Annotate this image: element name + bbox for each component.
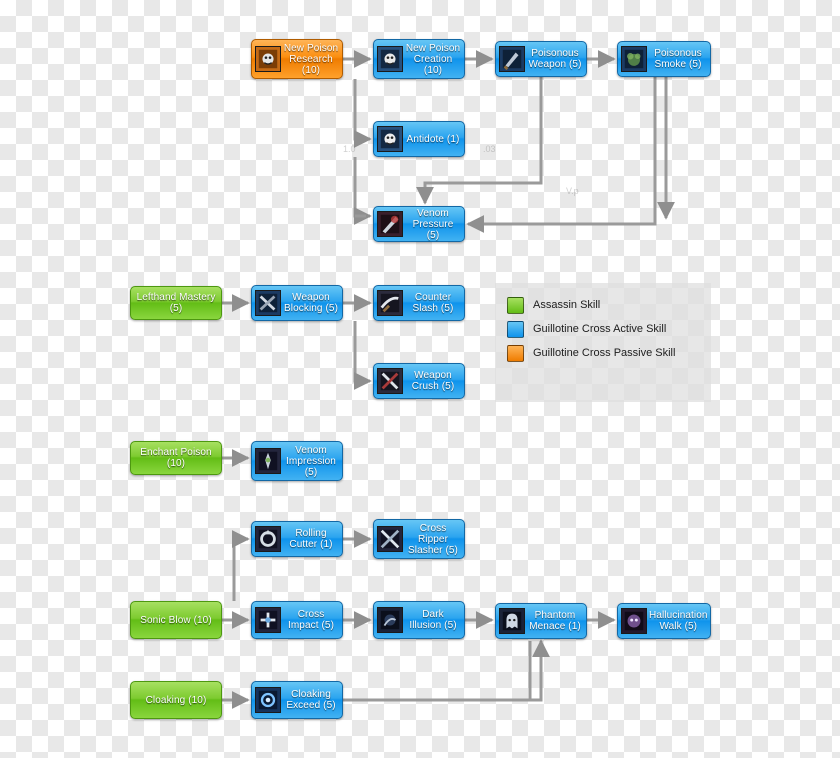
skill-node-venom-impression[interactable]: Venom Impression (5) — [251, 441, 343, 481]
skill-node-weapon-crush[interactable]: Weapon Crush (5) — [373, 363, 465, 399]
skill-node-dark-illusion[interactable]: Dark Illusion (5) — [373, 601, 465, 639]
hallucination-walk-icon — [621, 608, 647, 634]
skill-node-cloaking[interactable]: Cloaking (10) — [130, 681, 222, 719]
watermark-mark-3: V.p — [566, 186, 579, 196]
antidote-icon — [377, 126, 403, 152]
legend-label: Guillotine Cross Active Skill — [533, 323, 667, 335]
legend: Assassin Skill Guillotine Cross Active S… — [495, 283, 711, 402]
skill-label: Weapon Crush (5) — [411, 370, 455, 392]
venom-pressure-icon — [377, 211, 403, 237]
skill-node-counter-slash[interactable]: Counter Slash (5) — [373, 285, 465, 321]
skill-label: Rolling Cutter (1) — [289, 528, 333, 550]
skill-label: New Poison Research (10) — [283, 42, 339, 76]
legend-label: Assassin Skill — [533, 299, 601, 311]
skill-node-poisonous-smoke[interactable]: Poisonous Smoke (5) — [617, 41, 711, 77]
skill-node-cross-ripper-slasher[interactable]: Cross Ripper Slasher (5) — [373, 519, 465, 559]
skill-label: Enchant Poison (10) — [140, 447, 212, 469]
cross-impact-icon — [255, 607, 281, 633]
legend-item-active: Guillotine Cross Active Skill — [507, 317, 699, 341]
skill-label: Cloaking (10) — [145, 694, 207, 706]
skill-node-new-poison-research[interactable]: New Poison Research (10) — [251, 39, 343, 79]
cross-ripper-icon — [377, 526, 403, 552]
skill-label: Counter Slash (5) — [412, 292, 454, 314]
skill-node-poisonous-weapon[interactable]: Poisonous Weapon (5) — [495, 41, 587, 77]
skill-label: Sonic Blow (10) — [140, 614, 212, 626]
skill-label: Cross Impact (5) — [287, 609, 334, 631]
skill-label: Phantom Menace (1) — [529, 610, 581, 632]
skill-label: Dark Illusion (5) — [409, 609, 457, 631]
weapon-blocking-icon — [255, 290, 281, 316]
counter-slash-icon — [377, 290, 403, 316]
legend-item-assassin: Assassin Skill — [507, 293, 699, 317]
skill-label: Cross Ripper Slasher (5) — [407, 522, 458, 556]
legend-label: Guillotine Cross Passive Skill — [533, 347, 676, 359]
skill-label: Hallucination Walk (5) — [649, 610, 708, 632]
skill-label: Antidote (1) — [406, 133, 460, 145]
skill-label: Cloaking Exceed (5) — [286, 689, 336, 711]
skill-node-cloaking-exceed[interactable]: Cloaking Exceed (5) — [251, 681, 343, 719]
skill-node-weapon-blocking[interactable]: Weapon Blocking (5) — [251, 285, 343, 321]
phantom-menace-icon — [499, 608, 525, 634]
venom-impression-icon — [255, 448, 281, 474]
poison-bottle-icon — [377, 46, 403, 72]
skill-label: Poisonous Weapon (5) — [528, 48, 582, 70]
watermark-mark-2: .03 — [483, 144, 496, 154]
skill-label: Weapon Blocking (5) — [284, 292, 338, 314]
skill-node-hallucination-walk[interactable]: Hallucination Walk (5) — [617, 603, 711, 639]
dark-illusion-icon — [377, 607, 403, 633]
cloaking-exceed-icon — [255, 687, 281, 713]
skill-node-enchant-poison[interactable]: Enchant Poison (10) — [130, 441, 222, 475]
rolling-cutter-icon — [255, 526, 281, 552]
legend-swatch-blue — [507, 320, 524, 338]
skill-node-sonic-blow[interactable]: Sonic Blow (10) — [130, 601, 222, 639]
skill-label: Poisonous Smoke (5) — [654, 48, 702, 70]
legend-swatch-orange — [507, 344, 524, 362]
skill-node-venom-pressure[interactable]: Venom Pressure (5) — [373, 206, 465, 242]
skill-node-antidote[interactable]: Antidote (1) — [373, 121, 465, 157]
weapon-crush-icon — [377, 368, 403, 394]
watermark-mark-1: 1.0 — [343, 144, 356, 154]
skill-node-phantom-menace[interactable]: Phantom Menace (1) — [495, 603, 587, 639]
skill-node-cross-impact[interactable]: Cross Impact (5) — [251, 601, 343, 639]
poison-dagger-icon — [499, 46, 525, 72]
poison-flask-icon — [255, 46, 281, 72]
skill-node-lefthand-mastery[interactable]: Lefthand Mastery (5) — [130, 286, 222, 320]
legend-swatch-green — [507, 296, 524, 314]
skill-tree-diagram: New Poison Research (10) New Poison Crea… — [0, 0, 840, 758]
poison-smoke-icon — [621, 46, 647, 72]
legend-item-passive: Guillotine Cross Passive Skill — [507, 341, 699, 365]
skill-label: Lefthand Mastery (5) — [136, 292, 216, 314]
skill-node-rolling-cutter[interactable]: Rolling Cutter (1) — [251, 521, 343, 557]
skill-label: New Poison Creation (10) — [405, 42, 461, 76]
skill-label: Venom Impression (5) — [286, 444, 336, 478]
skill-label: Venom Pressure (5) — [412, 207, 454, 241]
skill-node-new-poison-creation[interactable]: New Poison Creation (10) — [373, 39, 465, 79]
